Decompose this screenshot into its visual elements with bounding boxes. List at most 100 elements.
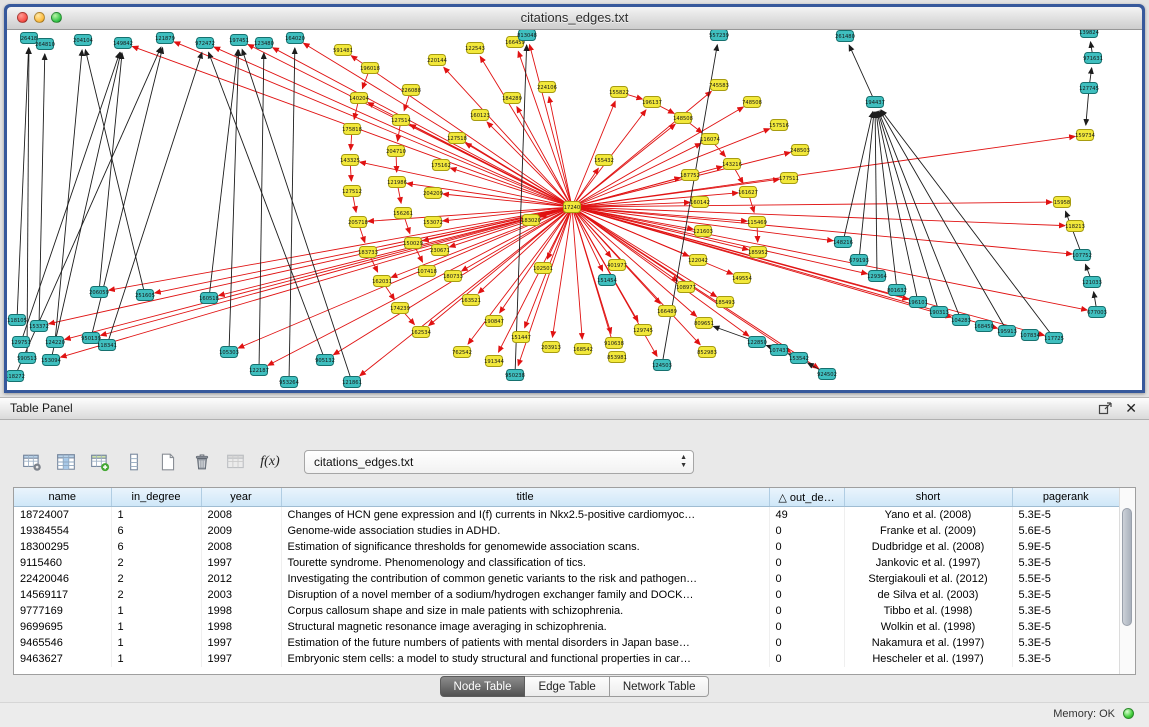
graph-edge[interactable] (21, 52, 120, 342)
graph-node[interactable]: 118341 (97, 340, 117, 351)
show-columns-button[interactable] (52, 448, 80, 476)
graph-edge[interactable] (572, 207, 582, 339)
graph-node[interactable]: 121879 (155, 33, 175, 44)
graph-node[interactable]: 153542 (789, 353, 809, 364)
citation-graph[interactable]: 1724022410618428916012312751817516220420… (7, 30, 1142, 390)
network-window-titlebar[interactable]: citations_edges.txt (7, 7, 1142, 30)
graph-edge[interactable] (49, 207, 572, 324)
graph-node[interactable]: 123480 (254, 38, 274, 49)
table-row[interactable]: 1872400712008Changes of HCN gene express… (14, 507, 1120, 524)
graph-node[interactable]: 124503 (652, 360, 672, 371)
column-header-2[interactable]: year (201, 488, 281, 507)
graph-node[interactable]: 129751 (11, 337, 31, 348)
table-scrollbar[interactable] (1119, 488, 1135, 674)
graph-edge[interactable] (61, 207, 572, 357)
graph-node[interactable]: 107834 (1020, 330, 1041, 341)
graph-node[interactable]: 679193 (849, 255, 869, 266)
graph-node[interactable]: 153094 (41, 355, 62, 366)
column-header-0[interactable]: name (14, 488, 111, 507)
graph-node[interactable]: 168542 (573, 344, 593, 355)
graph-node[interactable]: 160142 (690, 197, 710, 208)
graph-edge[interactable] (99, 53, 122, 292)
graph-node[interactable]: 220144 (427, 55, 448, 66)
column-header-5[interactable]: short (844, 488, 1012, 507)
graph-edge[interactable] (572, 207, 1072, 254)
graph-edge[interactable] (259, 53, 264, 370)
create-column-button[interactable] (86, 448, 114, 476)
graph-node[interactable]: 107418 (417, 266, 437, 277)
close-panel-icon[interactable]: ✕ (1125, 398, 1137, 419)
graph-node[interactable]: 251605 (135, 290, 155, 301)
graph-node[interactable]: 204710 (386, 146, 406, 157)
graph-node[interactable]: 148508 (673, 113, 693, 124)
graph-node[interactable]: 104283 (951, 315, 971, 326)
graph-node[interactable]: 17240 (564, 202, 581, 213)
graph-node[interactable]: 117725 (1044, 333, 1064, 344)
graph-node[interactable]: 185493 (715, 297, 735, 308)
graph-node[interactable]: 107752 (1072, 250, 1092, 261)
graph-node[interactable]: 230671 (430, 245, 450, 256)
graph-node[interactable]: 853981 (607, 352, 627, 363)
graph-node[interactable]: 801632 (887, 285, 907, 296)
float-panel-icon[interactable] (1098, 401, 1113, 416)
graph-edge[interactable] (209, 50, 238, 298)
graph-node[interactable]: 183733 (358, 247, 378, 258)
graph-node[interactable]: 118105 (7, 315, 27, 326)
graph-node[interactable]: 121861 (342, 377, 362, 388)
graph-node[interactable]: 160123 (470, 110, 490, 121)
graph-node[interactable]: 143216 (722, 159, 742, 170)
graph-node[interactable]: 852983 (697, 347, 717, 358)
delete-entries-button[interactable] (188, 448, 216, 476)
graph-node[interactable]: 745583 (709, 80, 729, 91)
graph-node[interactable]: 161627 (738, 187, 758, 198)
graph-node[interactable]: 185952 (748, 247, 768, 258)
graph-node[interactable]: 401977 (607, 260, 627, 271)
graph-node[interactable]: 677003 (1087, 307, 1107, 318)
function-builder-button[interactable]: f(x) (256, 448, 284, 476)
graph-node[interactable]: 972472 (195, 38, 215, 49)
graph-node[interactable]: 108977 (676, 282, 696, 293)
graph-node[interactable]: 156261 (393, 208, 413, 219)
graph-node[interactable]: 204209 (423, 188, 443, 199)
graph-node[interactable]: 127514 (391, 115, 412, 126)
graph-node[interactable]: 107437 (769, 345, 789, 356)
graph-node[interactable]: 127512 (342, 186, 362, 197)
graph-edge[interactable] (878, 112, 939, 312)
graph-edge[interactable] (242, 49, 352, 382)
graph-node[interactable]: 122042 (688, 255, 708, 266)
graph-edge[interactable] (549, 97, 572, 207)
graph-node[interactable]: 184289 (502, 93, 522, 104)
graph-node[interactable]: 248503 (790, 145, 810, 156)
row-options-button[interactable] (120, 448, 148, 476)
graph-node[interactable]: 813048 (517, 30, 537, 41)
graph-node[interactable]: 121033 (1082, 277, 1102, 288)
graph-node[interactable]: 153072 (423, 217, 443, 228)
graph-node[interactable]: 175162 (431, 160, 451, 171)
table-row[interactable]: 1830029562008Estimation of significance … (14, 539, 1120, 555)
column-header-3[interactable]: title (281, 488, 769, 507)
graph-edge[interactable] (572, 207, 700, 345)
graph-edge[interactable] (238, 207, 572, 348)
graph-node[interactable]: 206059 (89, 287, 109, 298)
graph-node[interactable]: 180733 (443, 271, 463, 282)
graph-node[interactable]: 124220 (45, 337, 65, 348)
graph-node[interactable]: 122187 (249, 365, 269, 376)
graph-node[interactable]: 175818 (342, 124, 362, 135)
tab-node-table[interactable]: Node Table (440, 676, 526, 697)
graph-edge[interactable] (109, 207, 572, 290)
graph-edge[interactable] (289, 48, 295, 382)
graph-node[interactable]: 910638 (604, 338, 624, 349)
graph-node[interactable]: 591481 (333, 45, 353, 56)
graph-node[interactable]: 140204 (349, 93, 370, 104)
table-row[interactable]: 946362711997Embryonic stem cells: a mode… (14, 651, 1120, 667)
graph-node[interactable]: 155822 (609, 87, 629, 98)
table-row[interactable]: 969969511998Structural magnetic resonanc… (14, 619, 1120, 635)
graph-node[interactable]: 166489 (657, 306, 677, 317)
graph-edge[interactable] (1066, 211, 1082, 255)
graph-node[interactable]: 557239 (709, 30, 729, 41)
graph-node[interactable]: 809651 (694, 318, 714, 329)
graph-edge[interactable] (843, 112, 873, 242)
graph-node[interactable]: 116074 (700, 134, 721, 145)
graph-node[interactable]: 197451 (229, 35, 249, 46)
graph-node[interactable]: 590513 (17, 353, 37, 364)
